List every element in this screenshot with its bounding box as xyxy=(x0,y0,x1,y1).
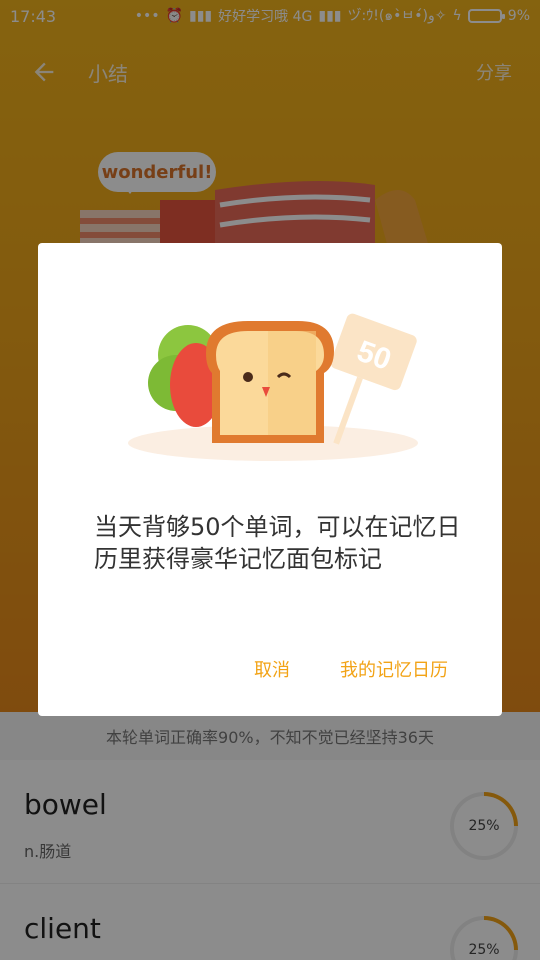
screen: 17:43 ••• ⏰ ▮▮▮ 好好学习哦 4G ▮▮▮ ヅ:ｳ!(๑•̀ㅂ•́… xyxy=(0,0,540,960)
dialog-message: 当天背够50个单词，可以在记忆日历里获得豪华记忆面包标记 xyxy=(94,513,461,573)
cancel-button[interactable]: 取消 xyxy=(254,656,290,682)
my-memory-calendar-button[interactable]: 我的记忆日历 xyxy=(340,656,448,682)
memory-calendar-dialog: 50 当天背够50个单词，可以在记忆日历里获得豪华记忆面包标记 取消 我的记忆日… xyxy=(38,243,502,716)
dialog-actions: 取消 我的记忆日历 xyxy=(38,650,502,690)
toast-mascot-illustration: 50 xyxy=(128,313,418,461)
